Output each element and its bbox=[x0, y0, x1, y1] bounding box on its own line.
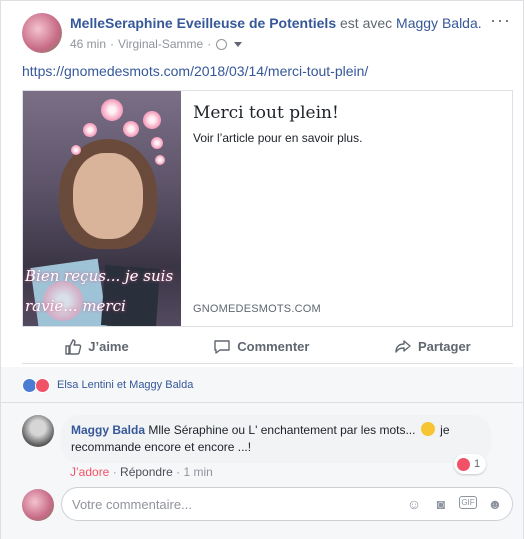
post-meta: 46 min · Virginal-Samme · bbox=[70, 37, 243, 51]
comment-author[interactable]: Maggy Balda bbox=[71, 423, 145, 437]
reaction-names[interactable]: Elsa Lentini et Maggy Balda bbox=[57, 379, 193, 391]
tagged-friend[interactable]: Maggy Balda. bbox=[396, 15, 482, 31]
comment-bubble: Maggy Balda Mlle Séraphine ou L' enchant… bbox=[61, 415, 491, 463]
meta-separator: · bbox=[110, 37, 115, 51]
post-location[interactable]: Virginal-Samme bbox=[118, 37, 203, 51]
reaction-count: 1 bbox=[474, 458, 481, 470]
author-avatar[interactable] bbox=[22, 13, 62, 53]
post-actions: J’aime Commenter Partager bbox=[22, 330, 513, 364]
comment-input[interactable] bbox=[72, 494, 372, 514]
reactions-bar: Elsa Lentini et Maggy Balda bbox=[1, 367, 523, 403]
with-text: est avec bbox=[340, 15, 393, 31]
love-link[interactable]: J’adore bbox=[70, 465, 109, 479]
globe-icon[interactable] bbox=[216, 38, 228, 50]
love-reaction-icon[interactable] bbox=[35, 378, 50, 393]
flower-decoration bbox=[101, 99, 123, 121]
comment-reaction-count[interactable]: 1 bbox=[454, 454, 487, 474]
share-icon bbox=[395, 339, 411, 353]
post-link[interactable]: https://gnomedesmots.com/2018/03/14/merc… bbox=[22, 63, 368, 79]
comment-button[interactable]: Commenter bbox=[213, 338, 309, 356]
flower-decoration bbox=[155, 155, 165, 165]
composer-icons: ☺ ◙ GIF ☻ bbox=[405, 496, 504, 512]
thumbs-up-icon bbox=[65, 338, 82, 355]
action-separator: · bbox=[176, 465, 181, 479]
share-label: Partager bbox=[417, 339, 471, 354]
preview-text: Merci tout plein! Voir l’article pour en… bbox=[193, 103, 503, 145]
love-reaction-icon bbox=[457, 457, 470, 471]
comment-actions: J’adore · Répondre · 1 min bbox=[70, 465, 213, 479]
preview-domain: GNOMEDESMOTS.COM bbox=[193, 303, 321, 315]
post-time[interactable]: 46 min bbox=[70, 37, 106, 51]
more-options-icon[interactable]: ··· bbox=[490, 11, 511, 29]
post-card: MelleSeraphine Eveilleuse de Potentiels … bbox=[0, 0, 524, 539]
chevron-down-icon[interactable] bbox=[234, 41, 243, 47]
sticker-icon[interactable]: ☻ bbox=[486, 496, 504, 512]
image-caption: Bien reçus... je suis ravie... merci bbox=[25, 267, 174, 315]
comment-text-start: Mlle Séraphine ou L' enchantement par le… bbox=[148, 423, 416, 437]
comment-time[interactable]: 1 min bbox=[183, 465, 212, 479]
current-user-avatar bbox=[22, 489, 54, 521]
flower-decoration bbox=[123, 121, 139, 137]
like-button[interactable]: J’aime bbox=[64, 338, 129, 356]
heart-eyes-emoji-icon bbox=[420, 422, 435, 436]
flower-decoration bbox=[143, 111, 161, 129]
emoji-icon[interactable]: ☺ bbox=[405, 496, 423, 512]
photo-face bbox=[73, 153, 143, 239]
preview-image[interactable]: Bien reçus... je suis ravie... merci bbox=[23, 91, 181, 326]
comment-label: Commenter bbox=[237, 339, 310, 354]
flower-decoration bbox=[151, 137, 163, 149]
comment-icon bbox=[214, 339, 230, 354]
flower-decoration bbox=[71, 145, 81, 155]
preview-description: Voir l’article pour en savoir plus. bbox=[193, 131, 363, 145]
meta-separator: · bbox=[207, 37, 212, 51]
camera-icon[interactable]: ◙ bbox=[432, 496, 450, 512]
commenter-avatar[interactable] bbox=[22, 415, 54, 447]
comment-composer[interactable]: ☺ ◙ GIF ☻ bbox=[61, 487, 513, 521]
flower-decoration bbox=[83, 123, 97, 137]
reply-link[interactable]: Répondre bbox=[120, 465, 173, 479]
preview-title[interactable]: Merci tout plein! bbox=[193, 103, 503, 123]
gif-icon[interactable]: GIF bbox=[459, 496, 477, 509]
action-separator: · bbox=[112, 465, 117, 479]
link-preview[interactable]: Bien reçus... je suis ravie... merci Mer… bbox=[22, 90, 513, 327]
author-name[interactable]: MelleSeraphine Eveilleuse de Potentiels bbox=[70, 15, 336, 31]
share-button[interactable]: Partager bbox=[394, 338, 471, 356]
post-header: MelleSeraphine Eveilleuse de Potentiels … bbox=[70, 15, 482, 31]
like-label: J’aime bbox=[88, 339, 129, 354]
